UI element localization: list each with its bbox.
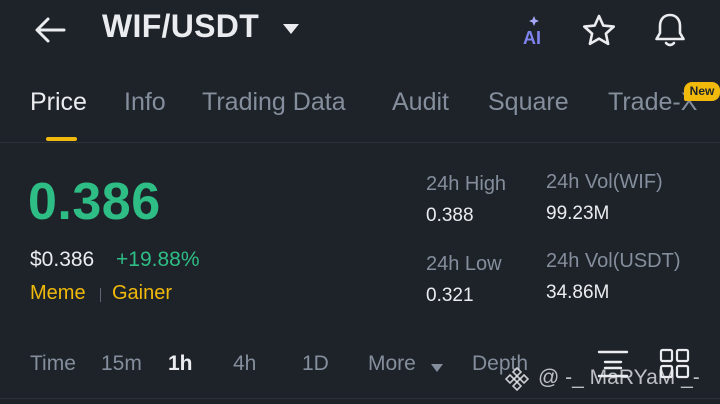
vol-base-label: 24h Vol(WIF) — [546, 171, 663, 193]
vol-quote-value: 34.86M — [546, 282, 610, 303]
tab-audit[interactable]: Audit — [392, 88, 449, 117]
tag-gainer[interactable]: Gainer — [112, 282, 172, 305]
back-arrow-icon[interactable] — [30, 12, 70, 48]
ai-icon[interactable]: AI — [518, 14, 552, 48]
watermark-text: @ -_ MaRYaM _- — [538, 366, 700, 389]
tab-trading-data[interactable]: Trading Data — [202, 88, 346, 117]
usd-price: $0.386 — [30, 248, 95, 271]
caret-down-icon[interactable] — [282, 22, 300, 36]
last-price: 0.386 — [28, 173, 161, 231]
divider-bottom — [0, 398, 720, 399]
low-label: 24h Low — [426, 253, 502, 275]
tab-bar: Price Info Trading Data Audit Square Tra… — [0, 88, 720, 138]
ai-icon-label: AI — [523, 28, 541, 48]
more-caret-down-icon[interactable] — [430, 360, 444, 372]
tag-meme[interactable]: Meme — [30, 282, 86, 305]
tab-info[interactable]: Info — [124, 88, 166, 117]
binance-logo-icon — [504, 366, 530, 392]
bell-icon[interactable] — [650, 10, 690, 50]
interval-1h[interactable]: 1h — [168, 352, 193, 376]
low-value: 0.321 — [426, 285, 474, 306]
interval-15m[interactable]: 15m — [101, 352, 142, 376]
trading-pair-title[interactable]: WIF/USDT — [102, 8, 259, 45]
vol-base-value: 99.23M — [546, 203, 610, 224]
interval-time[interactable]: Time — [30, 352, 76, 376]
tag-separator — [100, 288, 101, 302]
interval-4h[interactable]: 4h — [233, 352, 256, 376]
interval-1d[interactable]: 1D — [302, 352, 329, 376]
high-label: 24h High — [426, 173, 507, 195]
active-tab-indicator — [46, 137, 77, 141]
interval-more[interactable]: More — [368, 352, 416, 376]
tab-square[interactable]: Square — [488, 88, 569, 117]
tab-price[interactable]: Price — [30, 88, 87, 117]
vol-quote-label: 24h Vol(USDT) — [546, 250, 681, 272]
new-badge: New — [684, 82, 720, 101]
divider — [0, 142, 720, 143]
price-change-percent: +19.88% — [116, 248, 200, 271]
star-icon[interactable] — [580, 12, 618, 50]
high-value: 0.388 — [426, 205, 474, 226]
